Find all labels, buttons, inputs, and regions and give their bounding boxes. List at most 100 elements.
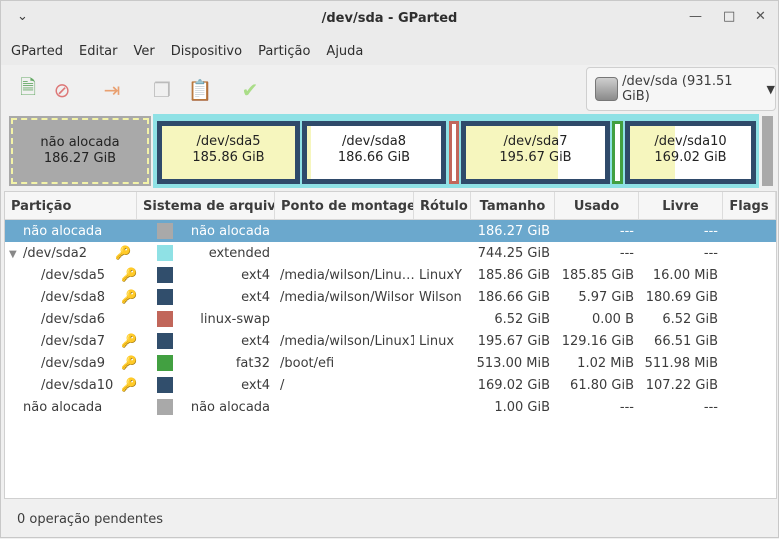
cell-label: LinuxY bbox=[414, 268, 471, 283]
cell-filesystem: extended bbox=[137, 245, 275, 261]
title-bar: ⌄ /dev/sda - GParted — □ ✕ bbox=[1, 1, 778, 37]
cell-size: 185.86 GiB bbox=[471, 268, 555, 283]
cell-free: 6.52 GiB bbox=[639, 312, 723, 327]
map-unallocated-end[interactable] bbox=[762, 116, 773, 186]
filesystem-color-swatch bbox=[157, 355, 173, 371]
cell-size: 513.00 MiB bbox=[471, 356, 555, 371]
expander-icon[interactable]: ▼ bbox=[9, 249, 17, 260]
column-header[interactable]: Livre bbox=[639, 192, 723, 219]
cell-partition: não alocada bbox=[5, 400, 137, 415]
table-row[interactable]: /dev/sda6linux-swap6.52 GiB0.00 B6.52 Gi… bbox=[5, 308, 776, 330]
cell-partition: /dev/sda8 bbox=[5, 290, 137, 305]
table-row[interactable]: não alocadanão alocada1.00 GiB------ bbox=[5, 396, 776, 418]
cell-filesystem: fat32 bbox=[137, 355, 275, 371]
column-header[interactable]: Rótulo bbox=[414, 192, 471, 219]
table-row[interactable]: ▼/dev/sda2🔑extended744.25 GiB------ bbox=[5, 242, 776, 264]
close-button[interactable]: ✕ bbox=[755, 9, 766, 24]
menu-3[interactable]: Dispositivo bbox=[171, 44, 242, 59]
partition-name: /dev/sda2 bbox=[23, 246, 87, 261]
cell-partition: /dev/sda6 bbox=[5, 312, 137, 327]
column-header[interactable]: Ponto de montagem bbox=[275, 192, 414, 219]
menu-1[interactable]: Editar bbox=[79, 44, 118, 59]
key-icon: 🔑 bbox=[115, 246, 131, 261]
key-icon: 🔑 bbox=[121, 334, 137, 349]
cell-free: 511.98 MiB bbox=[639, 356, 723, 371]
device-selector[interactable]: /dev/sda (931.51 GiB) ▼ bbox=[586, 67, 776, 111]
column-header[interactable]: Partição bbox=[5, 192, 137, 219]
menu-2[interactable]: Ver bbox=[134, 44, 155, 59]
table-row[interactable]: /dev/sda10🔑ext4/169.02 GiB61.80 GiB107.2… bbox=[5, 374, 776, 396]
cell-mountpoint: /boot/efi bbox=[275, 356, 414, 371]
cell-mountpoint: /media/wilson/Wilson bbox=[275, 290, 414, 305]
menu-5[interactable]: Ajuda bbox=[326, 44, 363, 59]
cell-partition: /dev/sda10 bbox=[5, 378, 137, 393]
cell-used: --- bbox=[555, 400, 639, 415]
map-sda6[interactable] bbox=[449, 121, 459, 184]
cell-free: 16.00 MiB bbox=[639, 268, 723, 283]
map-size: 195.67 GiB bbox=[466, 150, 605, 166]
partition-name: /dev/sda10 bbox=[41, 378, 113, 393]
table-row[interactable]: /dev/sda9🔑fat32/boot/efi513.00 MiB1.02 M… bbox=[5, 352, 776, 374]
map-size: 169.02 GiB bbox=[630, 150, 751, 166]
device-label: /dev/sda (931.51 GiB) bbox=[622, 74, 758, 104]
table-header: PartiçãoSistema de arquivosPonto de mont… bbox=[5, 192, 776, 220]
paste-icon[interactable]: 📋 bbox=[187, 77, 213, 103]
table-row[interactable]: /dev/sda5🔑ext4/media/wilson/Linu…LinuxY1… bbox=[5, 264, 776, 286]
partition-name: /dev/sda7 bbox=[41, 334, 105, 349]
cell-partition: /dev/sda7 bbox=[5, 334, 137, 349]
cell-free: --- bbox=[639, 400, 723, 415]
cell-used: 185.85 GiB bbox=[555, 268, 639, 283]
cell-used: --- bbox=[555, 246, 639, 261]
hard-disk-icon bbox=[595, 77, 618, 101]
partition-name: /dev/sda9 bbox=[41, 356, 105, 371]
table-row[interactable]: /dev/sda7🔑ext4/media/wilson/Linux1Linux1… bbox=[5, 330, 776, 352]
table-row[interactable]: não alocadanão alocada186.27 GiB------ bbox=[5, 220, 776, 242]
filesystem-name: não alocada bbox=[191, 224, 270, 239]
cell-size: 744.25 GiB bbox=[471, 246, 555, 261]
filesystem-color-swatch bbox=[157, 267, 173, 283]
table-row[interactable]: /dev/sda8🔑ext4/media/wilson/WilsonWilson… bbox=[5, 286, 776, 308]
cell-free: --- bbox=[639, 246, 723, 261]
cell-filesystem: ext4 bbox=[137, 267, 275, 283]
resize-move-icon[interactable]: ⇥ bbox=[99, 77, 125, 103]
map-sda8[interactable]: /dev/sda8186.66 GiB bbox=[302, 121, 446, 184]
cell-mountpoint: /media/wilson/Linux1 bbox=[275, 334, 414, 349]
column-header[interactable]: Flags bbox=[723, 192, 776, 219]
filesystem-name: não alocada bbox=[191, 400, 270, 415]
cell-free: 107.22 GiB bbox=[639, 378, 723, 393]
menu-0[interactable]: GParted bbox=[11, 44, 63, 59]
filesystem-name: fat32 bbox=[236, 356, 270, 371]
key-icon: 🔑 bbox=[121, 378, 137, 393]
cell-used: 5.97 GiB bbox=[555, 290, 639, 305]
map-sda5[interactable]: /dev/sda5185.86 GiB bbox=[157, 121, 300, 184]
cell-mountpoint: / bbox=[275, 378, 414, 393]
filesystem-name: linux-swap bbox=[200, 312, 270, 327]
partition-name: /dev/sda5 bbox=[41, 268, 105, 283]
cell-free: 66.51 GiB bbox=[639, 334, 723, 349]
filesystem-name: ext4 bbox=[241, 268, 270, 283]
apply-icon[interactable]: ✔ bbox=[237, 77, 263, 103]
map-sda10[interactable]: /dev/sda10169.02 GiB bbox=[625, 121, 756, 184]
column-header[interactable]: Usado bbox=[555, 192, 639, 219]
delete-icon[interactable]: ⊘ bbox=[49, 77, 75, 103]
map-unallocated[interactable]: não alocada 186.27 GiB bbox=[9, 116, 151, 186]
minimize-button[interactable]: — bbox=[689, 9, 702, 24]
map-label: /dev/sda10 bbox=[630, 134, 751, 150]
menu-4[interactable]: Partição bbox=[258, 44, 310, 59]
new-icon[interactable]: 🗎 bbox=[15, 77, 41, 103]
cell-used: 0.00 B bbox=[555, 312, 639, 327]
key-icon: 🔑 bbox=[121, 268, 137, 283]
map-sda7[interactable]: /dev/sda7195.67 GiB bbox=[461, 121, 610, 184]
map-sda9[interactable] bbox=[612, 121, 623, 184]
maximize-button[interactable]: □ bbox=[723, 9, 735, 24]
column-header[interactable]: Sistema de arquivos bbox=[137, 192, 275, 219]
cell-filesystem: ext4 bbox=[137, 289, 275, 305]
status-bar: 0 operação pendentes bbox=[1, 501, 778, 539]
partition-name: não alocada bbox=[23, 400, 102, 415]
cell-size: 195.67 GiB bbox=[471, 334, 555, 349]
copy-icon[interactable]: ❐ bbox=[149, 77, 175, 103]
partition-table: PartiçãoSistema de arquivosPonto de mont… bbox=[4, 191, 777, 499]
map-label: /dev/sda5 bbox=[162, 134, 295, 150]
partition-name: /dev/sda8 bbox=[41, 290, 105, 305]
column-header[interactable]: Tamanho bbox=[471, 192, 555, 219]
